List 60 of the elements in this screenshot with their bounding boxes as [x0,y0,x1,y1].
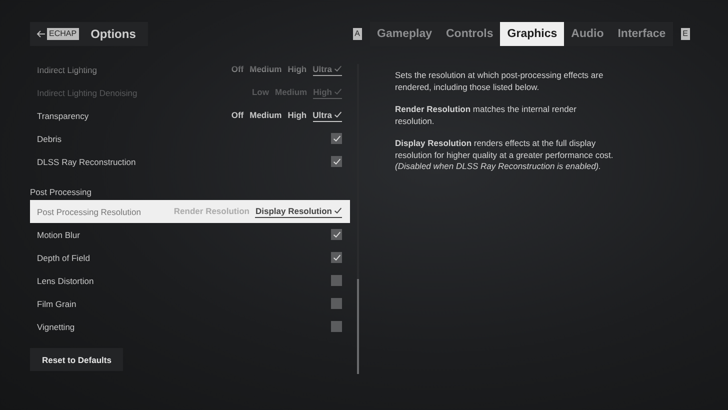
setting-row[interactable]: Transparency Off Medium High Ultra [30,104,350,127]
checkbox[interactable] [331,156,342,167]
key-hint: ECHAP [47,28,79,40]
key-hint: E [680,28,690,40]
scrollbar[interactable] [357,64,359,374]
setting-row[interactable]: Film Grain [30,292,350,315]
tab[interactable]: Graphics [500,22,564,46]
key-hint: A [352,28,362,40]
setting-label: Debris [37,134,62,144]
checkbox[interactable] [331,321,342,332]
setting-label: Motion Blur [37,230,80,240]
setting-label: Indirect Lighting [37,64,98,74]
setting-row[interactable]: DLSS Ray Reconstruction [30,150,350,173]
checkbox[interactable] [331,298,342,309]
check-icon [332,158,340,165]
setting-row[interactable]: Vignetting [30,315,350,338]
setting-label: Post Processing Resolution [37,206,141,216]
description-text: Render Resolution matches the internal render resolution. [395,104,578,127]
setting-label: Lens Distortion [37,276,94,286]
setting-label: Film Grain [37,298,76,308]
setting-row[interactable]: Post Processing Resolution Render Resolution Display Resolution [30,200,350,223]
tab[interactable]: Audio [564,22,611,46]
check-icon [334,111,342,118]
reset-button[interactable]: Reset to Defaults [30,348,124,371]
section-heading: Post Processing [30,186,92,199]
option[interactable]: Medium [250,110,282,122]
option[interactable]: Ultra [312,110,342,122]
tab[interactable]: Gameplay [370,22,439,46]
option[interactable]: High [288,110,307,122]
check-icon [332,254,340,261]
back-button[interactable]: ECHAP Options [30,22,148,46]
option[interactable]: Display Resolution [255,206,342,218]
option[interactable]: Medium [250,64,282,76]
back-arrow-icon [36,30,46,38]
setting-label: Vignetting [37,322,75,332]
checkbox[interactable] [331,133,342,144]
option[interactable]: Off [231,110,244,122]
description-text: Display Resolution renders effects at the full display resolution for higher quality at a greater performance cost. (Disabled when DLSS Ray Reconstruction is enabled). [395,138,614,172]
setting-label: Indirect Lighting Denoising [37,88,138,98]
setting-row[interactable]: Motion Blur [30,223,350,246]
setting-label: Transparency [37,110,89,120]
check-icon [332,135,340,142]
setting-row[interactable]: Lens Distortion [30,269,350,292]
tab[interactable]: Interface [610,22,673,46]
setting-label: Depth of Field [37,252,90,262]
checkbox[interactable] [331,229,342,240]
check-icon [332,231,340,238]
page-title: Options [90,27,136,41]
check-icon [334,207,342,214]
setting-label: DLSS Ray Reconstruction [37,156,136,166]
description-text: Sets the resolution at which post-processing effects are rendered, including those listed below. [395,70,604,93]
setting-row[interactable]: Debris [30,127,350,150]
checkbox[interactable] [331,252,342,263]
setting-row[interactable]: Depth of Field [30,246,350,269]
setting-row[interactable]: Indirect Lighting Off Medium High Ultra [30,58,350,81]
check-icon [334,65,342,72]
checkbox[interactable] [331,275,342,286]
tab[interactable]: Controls [439,22,500,46]
check-icon [334,88,342,95]
option[interactable]: Ultra [312,64,342,76]
